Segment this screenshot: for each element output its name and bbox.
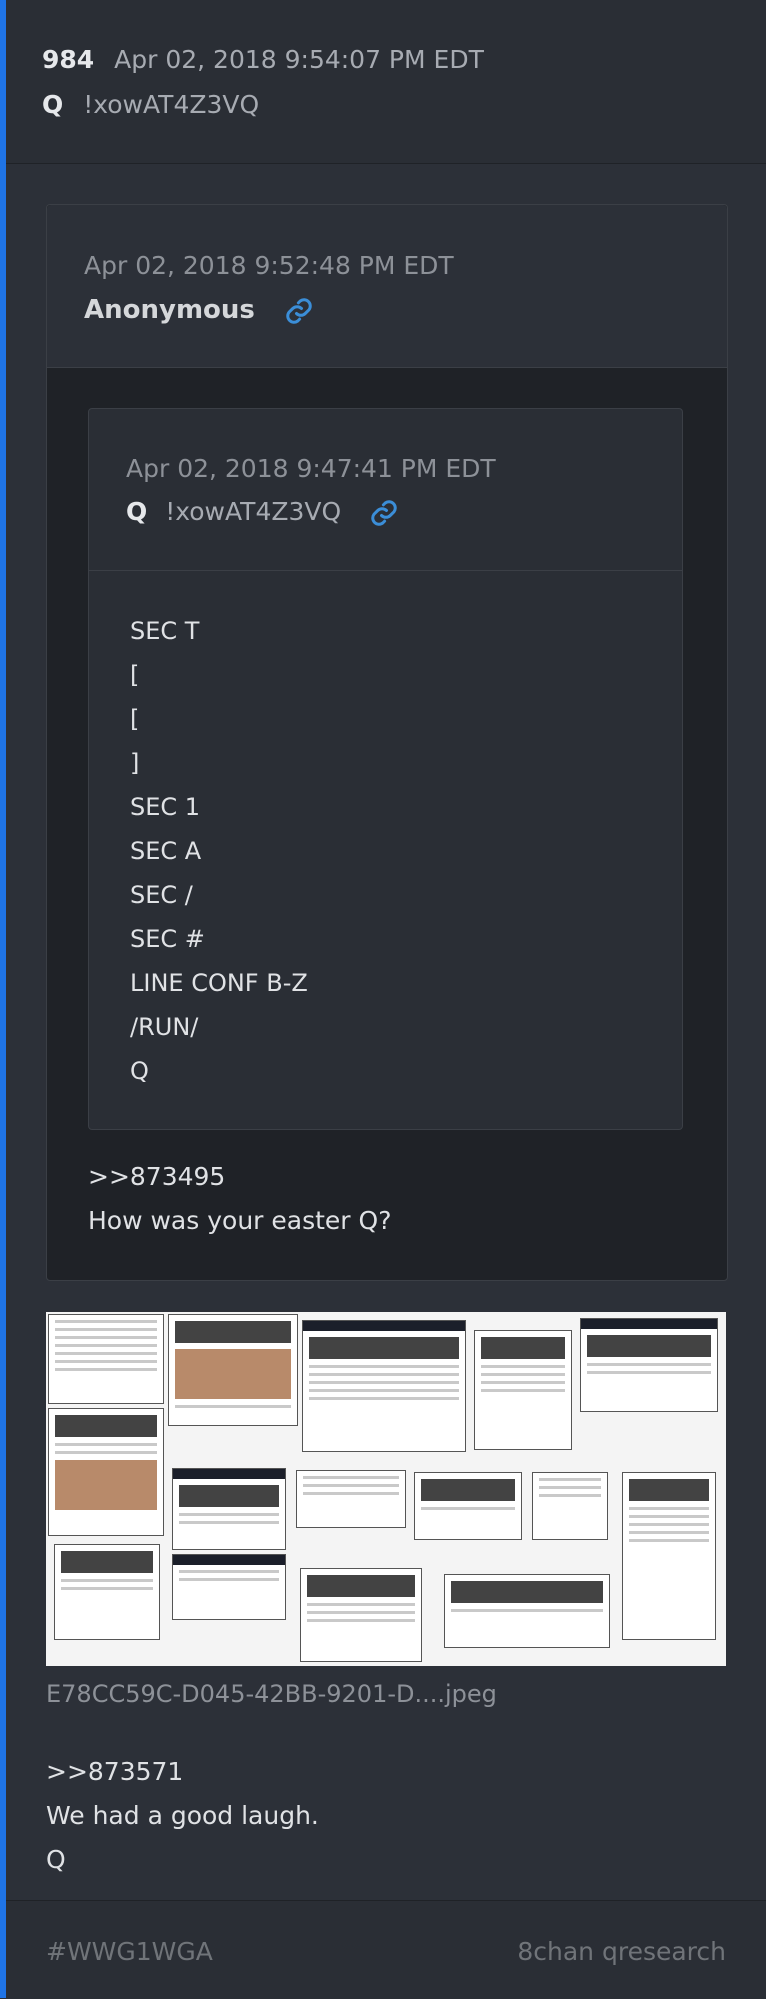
article-thumbnail <box>414 1472 522 1540</box>
quoted-q-body: SEC T [ [ ] SEC 1 SEC A SEC / SEC # LINE… <box>130 609 308 1093</box>
article-thumbnail <box>580 1318 718 1412</box>
quoted-post-timestamp: Apr 02, 2018 9:52:48 PM EDT <box>84 251 454 280</box>
quoted-q-line: LINE CONF B-Z <box>130 969 308 997</box>
quoted-post-author-row: Anonymous <box>84 295 314 326</box>
quoted-q-badge: Q <box>126 497 148 526</box>
quoted-q-line: [ <box>130 661 140 689</box>
hashtag: #WWG1WGA <box>46 1937 213 1966</box>
post-meta-row: 984 Apr 02, 2018 9:54:07 PM EDT <box>42 45 484 74</box>
quoted-anon-body: >>873495 How was your easter Q? <box>88 1155 391 1243</box>
post-signature: Q <box>46 1845 66 1874</box>
quoted-q-author-row: Q !xowAT4Z3VQ <box>126 497 399 528</box>
quoted-q-line: [ <box>130 705 140 733</box>
article-thumbnail <box>302 1320 466 1452</box>
quoted-post-q: Apr 02, 2018 9:47:41 PM EDT Q !xowAT4Z3V… <box>88 408 683 1130</box>
link-icon[interactable] <box>284 296 314 326</box>
quoted-q-line: SEC # <box>130 925 205 953</box>
quoted-q-line: SEC / <box>130 881 193 909</box>
article-thumbnail <box>622 1472 716 1640</box>
article-thumbnail <box>296 1470 406 1528</box>
quoted-post-anonymous: Apr 02, 2018 9:52:48 PM EDT Anonymous Ap… <box>46 204 728 1281</box>
article-thumbnail <box>172 1468 286 1550</box>
article-thumbnail <box>300 1568 422 1662</box>
post-text: We had a good laugh. <box>46 1801 319 1830</box>
post-header: 984 Apr 02, 2018 9:54:07 PM EDT Q !xowAT… <box>6 0 766 164</box>
quoted-post-author: Anonymous <box>84 295 255 325</box>
quoted-q-tripcode: !xowAT4Z3VQ <box>165 497 342 526</box>
quoted-q-header: Apr 02, 2018 9:47:41 PM EDT Q !xowAT4Z3V… <box>89 409 682 571</box>
post-body: >>873571 We had a good laugh. Q <box>46 1750 319 1882</box>
reply-link[interactable]: >>873571 <box>46 1750 319 1794</box>
quoted-q-line: SEC T <box>130 617 200 645</box>
article-thumbnail <box>172 1554 286 1620</box>
author-badge: Q <box>42 90 64 119</box>
quoted-post-header: Apr 02, 2018 9:52:48 PM EDT Anonymous <box>47 205 727 368</box>
quoted-q-timestamp: Apr 02, 2018 9:47:41 PM EDT <box>126 454 496 483</box>
post-footer: #WWG1WGA 8chan qresearch <box>6 1900 766 1999</box>
article-thumbnail <box>444 1574 610 1648</box>
link-icon[interactable] <box>369 498 399 528</box>
article-thumbnail <box>168 1314 298 1426</box>
quoted-q-line: SEC 1 <box>130 793 201 821</box>
post-author-row: Q !xowAT4Z3VQ <box>42 90 259 119</box>
article-thumbnail <box>48 1408 164 1536</box>
article-thumbnail <box>54 1544 160 1640</box>
reply-link[interactable]: >>873495 <box>88 1155 391 1199</box>
quoted-q-line: Q <box>130 1057 149 1085</box>
article-thumbnail <box>48 1314 164 1404</box>
attachment-image[interactable] <box>46 1312 726 1666</box>
quoted-q-line: /RUN/ <box>130 1013 199 1041</box>
source-label: 8chan qresearch <box>517 1937 726 1966</box>
article-thumbnail <box>474 1330 572 1450</box>
author-tripcode: !xowAT4Z3VQ <box>83 90 260 119</box>
quoted-q-line: SEC A <box>130 837 202 865</box>
post-card: 984 Apr 02, 2018 9:54:07 PM EDT Q !xowAT… <box>6 0 766 1999</box>
post-number: 984 <box>42 45 95 74</box>
quoted-q-line: ] <box>130 749 140 777</box>
post-timestamp: Apr 02, 2018 9:54:07 PM EDT <box>114 45 484 74</box>
quoted-anon-text: How was your easter Q? <box>88 1206 392 1235</box>
article-thumbnail <box>532 1472 608 1540</box>
attachment-filename[interactable]: E78CC59C-D045-42BB-9201-D....jpeg <box>46 1680 497 1708</box>
